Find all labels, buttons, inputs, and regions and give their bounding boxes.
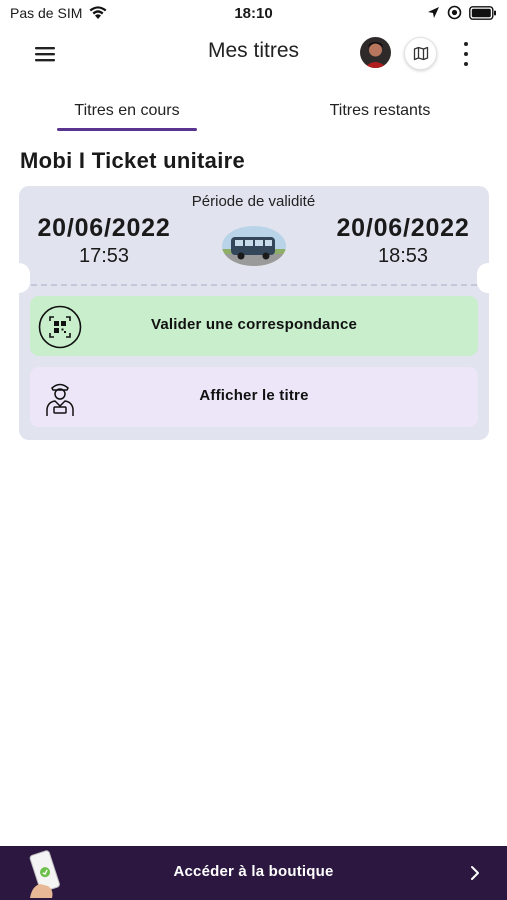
orientation-lock-icon [447,5,462,20]
display-ticket-label: Afficher le titre [199,387,309,404]
chevron-right-icon [471,866,479,880]
end-date: 20/06/2022 [336,214,470,242]
location-arrow-icon [428,7,439,18]
ticket-perforation [31,284,477,286]
validate-connection-button[interactable]: Valider une correspondance [30,296,478,356]
active-tab-indicator [57,128,197,131]
tab-titres-en-cours[interactable]: Titres en cours [57,102,197,120]
battery-icon [469,5,496,20]
ticket-title: Mobi I Ticket unitaire [20,148,246,173]
shop-bar[interactable]: Accéder à la boutique [0,846,507,900]
more-options-button[interactable] [455,40,477,68]
display-ticket-button[interactable]: Afficher le titre [30,367,478,427]
avatar[interactable] [360,37,391,68]
tab-titres-restants[interactable]: Titres restants [310,102,450,120]
more-vertical-icon [464,42,468,46]
tabs: Titres en cours Titres restants [0,98,507,134]
validate-connection-label: Valider une correspondance [150,316,358,333]
shop-label: Accéder à la boutique [173,863,334,880]
map-button[interactable] [404,37,437,70]
status-right [427,5,497,20]
map-icon [413,46,428,61]
app-header: Mes titres [0,28,507,80]
start-time: 17:53 [78,245,130,267]
start-date: 20/06/2022 [37,214,171,242]
bus-icon [222,226,286,266]
end-time: 18:53 [377,245,429,267]
validity-label: Période de validité [191,193,316,210]
avatar-image [360,37,391,68]
status-bar: Pas de SIM 18:10 [0,0,507,28]
